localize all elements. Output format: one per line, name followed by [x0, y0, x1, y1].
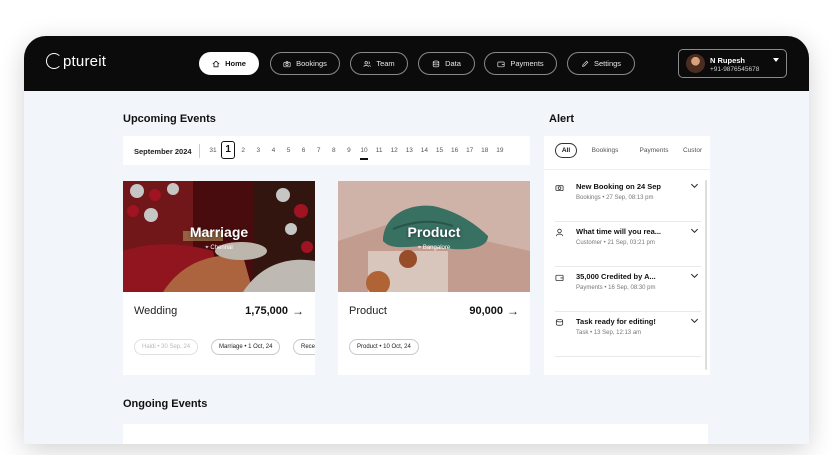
day-17[interactable]: 17	[463, 147, 477, 154]
chevron-down-icon[interactable]	[690, 181, 699, 190]
day-1[interactable]: 1	[221, 141, 236, 159]
filter-bookings[interactable]: Bookings	[585, 143, 625, 158]
alert-title: Task ready for editing!	[576, 317, 656, 326]
card-photo-title: Marriage	[189, 224, 249, 240]
nav-bookings[interactable]: Bookings	[270, 52, 340, 75]
wedding-photo: Marriage ⌖ Chennai	[123, 181, 315, 292]
alert-item[interactable]: What time will you rea... Customer • 21 …	[555, 222, 701, 267]
capture-it-logo[interactable]: ptureit	[46, 53, 106, 70]
wallet-icon	[555, 274, 564, 282]
filter-payments[interactable]: Payments	[633, 143, 675, 158]
user-phone: +91-9876545678	[710, 66, 760, 73]
day-19[interactable]: 19	[493, 147, 507, 154]
chevron-down-icon[interactable]	[690, 271, 699, 280]
event-chip[interactable]: Product • 10 Oct, 24	[349, 339, 419, 355]
pencil-icon	[582, 60, 589, 67]
day-13[interactable]: 13	[402, 147, 416, 154]
event-card-product[interactable]: Product ⌖ Bangalore Product 90,000 → Pro…	[338, 181, 530, 375]
event-card-wedding[interactable]: Marriage ⌖ Chennai Wedding 1,75,000 → Ha…	[123, 181, 315, 375]
wallet-icon	[497, 61, 505, 67]
alert-meta: Customer • 21 Sep, 03:21 pm	[576, 240, 655, 246]
event-chip[interactable]: Marriage • 1 Oct, 24	[211, 339, 281, 355]
nav-settings[interactable]: Settings	[567, 52, 635, 75]
arrow-right-icon[interactable]: →	[292, 304, 304, 318]
day-3[interactable]: 3	[251, 147, 265, 154]
day-31[interactable]: 31	[206, 147, 220, 154]
card-photo-title: Product	[407, 224, 461, 240]
day-10[interactable]: 10	[357, 147, 371, 160]
users-icon	[363, 60, 372, 67]
chevron-down-icon[interactable]	[690, 316, 699, 325]
task-icon	[555, 319, 564, 326]
logo-c-mark	[46, 53, 62, 69]
event-name: Product	[349, 305, 387, 317]
alert-heading: Alert	[549, 113, 575, 125]
app-window: ptureit Home Bookings Team Data Payments…	[24, 36, 809, 444]
nav-data[interactable]: Data	[418, 52, 475, 75]
month-label[interactable]: September 2024	[134, 147, 192, 156]
upcoming-events-heading: Upcoming Events	[123, 113, 216, 125]
day-14[interactable]: 14	[417, 147, 431, 154]
chevron-down-icon	[773, 58, 779, 62]
camera-icon	[555, 185, 564, 192]
database-icon	[432, 60, 440, 67]
home-icon	[212, 60, 220, 67]
alert-meta: Task • 13 Sep, 12:13 am	[576, 330, 642, 336]
divider	[199, 144, 200, 158]
event-chip[interactable]: Haldi • 30 Sep, 24	[134, 339, 199, 355]
day-11[interactable]: 11	[372, 147, 386, 154]
product-photo: Product ⌖ Bangalore	[338, 181, 530, 292]
day-16[interactable]: 16	[448, 147, 462, 154]
filter-all[interactable]: All	[555, 143, 577, 158]
event-amount: 90,000	[469, 305, 503, 317]
event-name: Wedding	[134, 305, 178, 317]
alert-title: What time will you rea...	[576, 227, 662, 236]
day-4[interactable]: 4	[266, 147, 280, 154]
day-2[interactable]: 2	[236, 147, 250, 154]
day-9[interactable]: 9	[342, 147, 356, 154]
day-18[interactable]: 18	[478, 147, 492, 154]
alert-item[interactable]: 35,000 Credited by A... Payments • 16 Se…	[555, 267, 701, 312]
day-15[interactable]: 15	[433, 147, 447, 154]
card-location: ⌖ Bangalore	[417, 245, 451, 251]
alert-title: 35,000 Credited by A...	[576, 272, 656, 281]
ongoing-events-panel	[123, 424, 708, 444]
day-6[interactable]: 6	[297, 147, 311, 154]
date-strip: September 2024 31 1 2 3 4 5 6 7 8 9 10 11 12 13 14 15 16…	[123, 136, 530, 165]
filter-customer[interactable]: Custor	[683, 143, 710, 158]
day-5[interactable]: 5	[282, 147, 296, 154]
event-chip[interactable]: Rece	[293, 339, 315, 355]
top-navigation-bar: ptureit Home Bookings Team Data Payments…	[24, 36, 809, 91]
alert-meta: Payments • 16 Sep, 08:30 pm	[576, 285, 656, 291]
arrow-right-icon[interactable]: →	[507, 304, 519, 318]
alert-item[interactable]: Task ready for editing! Task • 13 Sep, 1…	[555, 312, 701, 357]
day-7[interactable]: 7	[312, 147, 326, 154]
nav-home[interactable]: Home	[199, 52, 259, 75]
alert-meta: Bookings • 27 Sep, 08:13 pm	[576, 195, 654, 201]
day-8[interactable]: 8	[327, 147, 341, 154]
card-location: ⌖ Chennai	[205, 245, 233, 251]
user-icon	[555, 228, 564, 237]
alert-title: New Booking on 24 Sep	[576, 182, 662, 191]
camera-icon	[283, 60, 291, 67]
user-profile-menu[interactable]: N Rupesh +91-9876545678	[678, 49, 787, 78]
event-amount: 1,75,000	[245, 305, 288, 317]
alert-panel: All Bookings Payments Custor New Booking…	[544, 136, 710, 375]
nav-payments[interactable]: Payments	[484, 52, 557, 75]
alert-item[interactable]: New Booking on 24 Sep Bookings • 27 Sep,…	[555, 177, 701, 222]
ongoing-events-heading: Ongoing Events	[123, 398, 208, 410]
day-12[interactable]: 12	[387, 147, 401, 154]
chevron-down-icon[interactable]	[690, 226, 699, 235]
scrollbar[interactable]	[705, 180, 707, 370]
divider	[544, 169, 710, 170]
user-name: N Rupesh	[710, 56, 746, 65]
nav-team[interactable]: Team	[350, 52, 408, 75]
avatar	[686, 54, 705, 73]
